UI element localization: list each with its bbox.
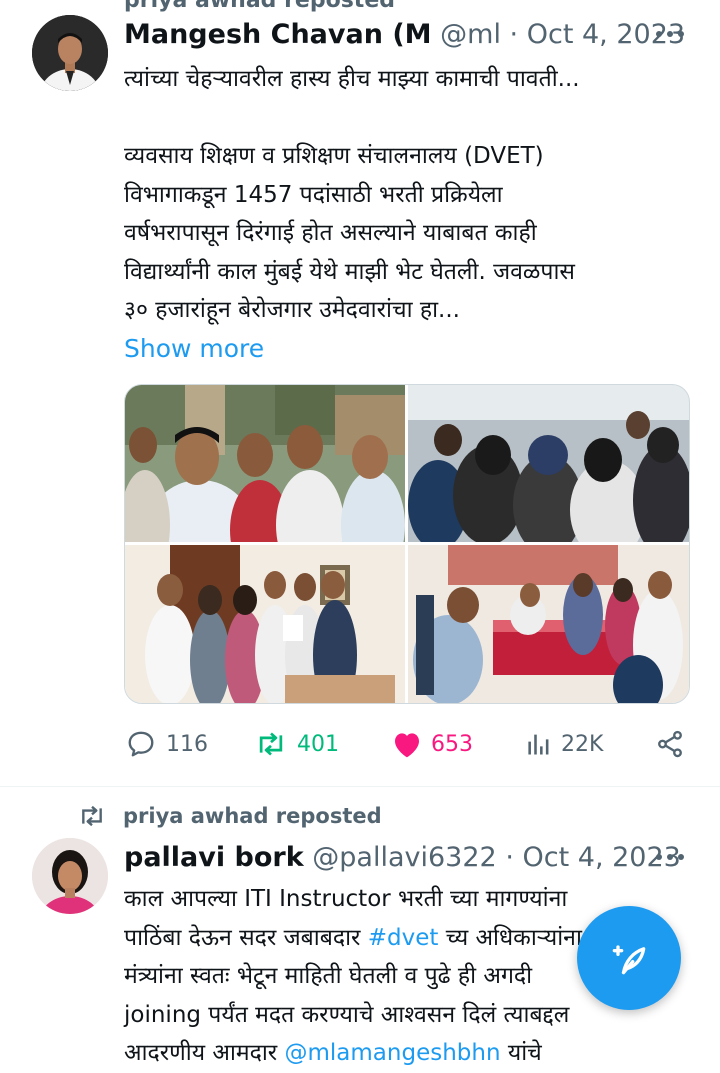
tweet-text-line: वर्षभरापासून दिरंगाई होत असल्याने याबाबत… (124, 220, 537, 246)
text-segment: च्य अधिकाऱ्यांना (438, 924, 582, 951)
tweet-header: pallavi bork @pallavi6322 · Oct 4, 2023 (124, 842, 684, 876)
author-name[interactable]: Mangesh Chavan (M (124, 19, 432, 50)
photo-office-meeting[interactable] (408, 545, 689, 703)
compose-feather-icon (607, 936, 651, 980)
reply-action[interactable]: 116 (126, 728, 208, 760)
reply-icon (126, 729, 156, 759)
partial-repost-banner: priya awhad reposted (124, 0, 395, 13)
tweet-text-line: आदरणीय आमदार @mlamangeshbhn यांचे (124, 1034, 704, 1073)
photo-crowd[interactable] (408, 385, 689, 542)
tweet-divider (0, 786, 720, 787)
more-horizontal-icon[interactable] (655, 851, 685, 863)
media-grid (124, 384, 690, 704)
text-segment: पाठिंबा देऊन सदर जबाबदार (124, 924, 368, 951)
share-icon[interactable] (655, 729, 685, 759)
repost-icon (255, 729, 287, 759)
author-handle[interactable]: @ml (440, 19, 501, 50)
tweet-text: त्यांच्या चेहऱ्यावरील हास्य हीच माझ्या क… (124, 60, 694, 368)
repost-action[interactable]: 401 (255, 728, 339, 760)
tweet-text-line: व्यवसाय शिक्षण व प्रशिक्षण संचालनालय (DV… (124, 143, 544, 169)
hashtag-link[interactable]: #dvet (368, 925, 439, 951)
repost-count: 401 (297, 731, 339, 757)
photo-group-selfie[interactable] (125, 385, 405, 542)
photo-memorandum[interactable] (125, 545, 405, 703)
tweet-text-line: ३० हजारांहून बेरोजगार उमेदवारांचा हा... (124, 297, 460, 323)
author-name[interactable]: pallavi bork (124, 842, 304, 873)
heart-filled-icon (391, 729, 423, 759)
repost-icon (77, 803, 107, 829)
repost-banner-text: priya awhad reposted (123, 804, 382, 828)
mention-link[interactable]: @mlamangeshbhn (285, 1040, 501, 1066)
repost-banner[interactable]: priya awhad reposted (77, 801, 382, 831)
reply-count: 116 (166, 731, 208, 757)
separator-dot: · (505, 842, 514, 873)
author-avatar[interactable] (32, 15, 108, 91)
like-count: 653 (431, 731, 473, 757)
views-chart-icon (525, 730, 553, 758)
tweet-text-line: विद्यार्थ्यांनी काल मुंबई येथे माझी भेट … (124, 258, 575, 285)
views-count: 22K (561, 731, 604, 757)
tweet-text-line (124, 99, 694, 138)
like-action[interactable]: 653 (391, 728, 473, 760)
text-segment: आदरणीय आमदार (124, 1040, 285, 1066)
author-avatar[interactable] (32, 838, 108, 914)
views-action[interactable]: 22K (525, 728, 603, 760)
author-handle[interactable]: @pallavi6322 (312, 842, 496, 873)
compose-button[interactable] (577, 906, 681, 1010)
tweet-text-line: त्यांच्या चेहऱ्यावरील हास्य हीच माझ्या क… (124, 66, 580, 92)
text-segment: यांचे (500, 1040, 542, 1066)
separator-dot: · (509, 19, 519, 50)
show-more-link[interactable]: Show more (124, 330, 694, 369)
tweet-header: Mangesh Chavan (M @ml · Oct 4, 2023 (124, 19, 685, 53)
more-horizontal-icon[interactable] (655, 28, 685, 40)
tweet-text-line: विभागाकडून 1457 पदांसाठी भरती प्रक्रियेल… (124, 181, 503, 208)
